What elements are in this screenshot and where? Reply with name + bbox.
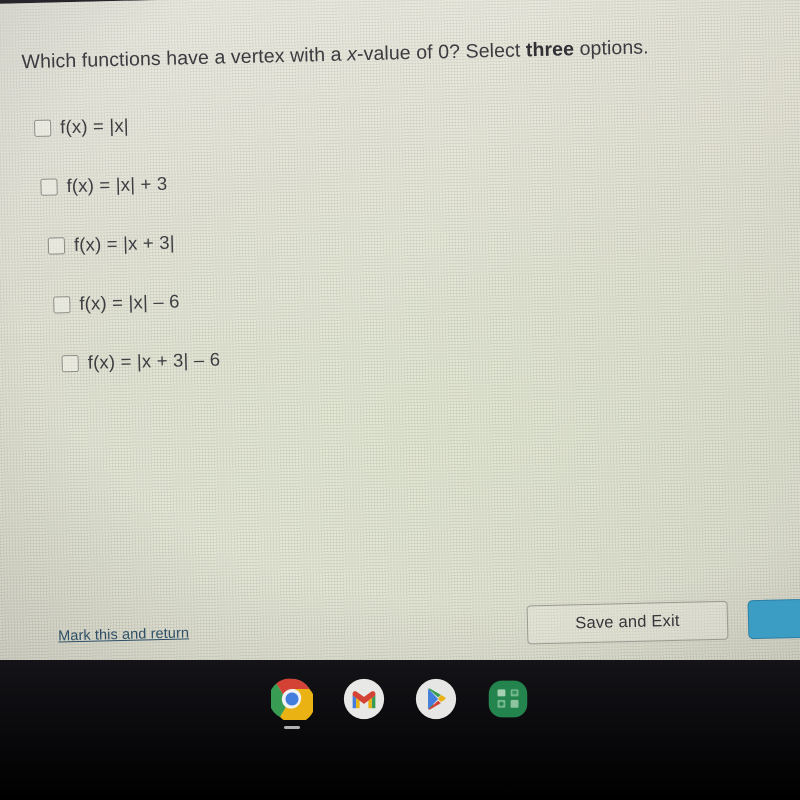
question-emphasis: three <box>525 38 575 62</box>
option-label-2: f(x) = |x| + 3 <box>66 172 168 197</box>
quiz-content: Which functions have a vertex with a x-v… <box>1 0 800 704</box>
option-label-3: f(x) = |x + 3| <box>73 231 175 256</box>
green-app-icon <box>488 680 528 718</box>
shelf-item-chrome[interactable] <box>269 676 315 729</box>
play-store-icon <box>415 678 457 720</box>
option-row-1[interactable]: f(x) = |x| <box>3 95 704 145</box>
gmail-icon <box>343 678 385 720</box>
answer-options-list: f(x) = |x| f(x) = |x| + 3 f(x) = |x + 3|… <box>3 95 710 406</box>
chrome-icon <box>271 678 313 720</box>
save-and-exit-button[interactable]: Save and Exit <box>526 600 729 645</box>
option-row-3[interactable]: f(x) = |x + 3| <box>6 213 707 263</box>
option-row-4[interactable]: f(x) = |x| – 6 <box>7 272 708 322</box>
lcd-screen: Which functions have a vertex with a x-v… <box>0 0 800 705</box>
shelf-icon-row <box>0 676 800 729</box>
question-text: Which functions have a vertex with a x-v… <box>21 33 791 74</box>
option-checkbox-4[interactable] <box>53 295 71 314</box>
shelf-item-play-store[interactable] <box>413 676 459 722</box>
option-label-4: f(x) = |x| – 6 <box>79 290 180 314</box>
question-prefix: Which functions have a vertex with a <box>21 43 348 74</box>
mark-this-and-return-link[interactable]: Mark this and return <box>58 625 189 644</box>
option-checkbox-3[interactable] <box>47 236 66 255</box>
option-checkbox-5[interactable] <box>61 354 79 372</box>
question-middle: -value of 0? Select <box>356 39 527 66</box>
option-row-5[interactable]: f(x) = |x + 3| – 6 <box>8 331 709 381</box>
next-button[interactable] <box>747 597 800 640</box>
chromeos-shelf[interactable] <box>0 660 800 800</box>
option-label-5: f(x) = |x + 3| – 6 <box>87 348 221 373</box>
shelf-item-green-app[interactable] <box>485 676 531 722</box>
option-checkbox-1[interactable] <box>33 119 52 137</box>
option-row-2[interactable]: f(x) = |x| + 3 <box>4 154 705 204</box>
chrome-running-indicator <box>284 726 300 729</box>
option-checkbox-2[interactable] <box>40 177 58 196</box>
option-label-1: f(x) = |x| <box>59 114 130 138</box>
shelf-item-gmail[interactable] <box>341 676 387 722</box>
question-suffix: options. <box>573 36 649 61</box>
photographed-chromebook-screen: Which functions have a vertex with a x-v… <box>0 0 800 800</box>
